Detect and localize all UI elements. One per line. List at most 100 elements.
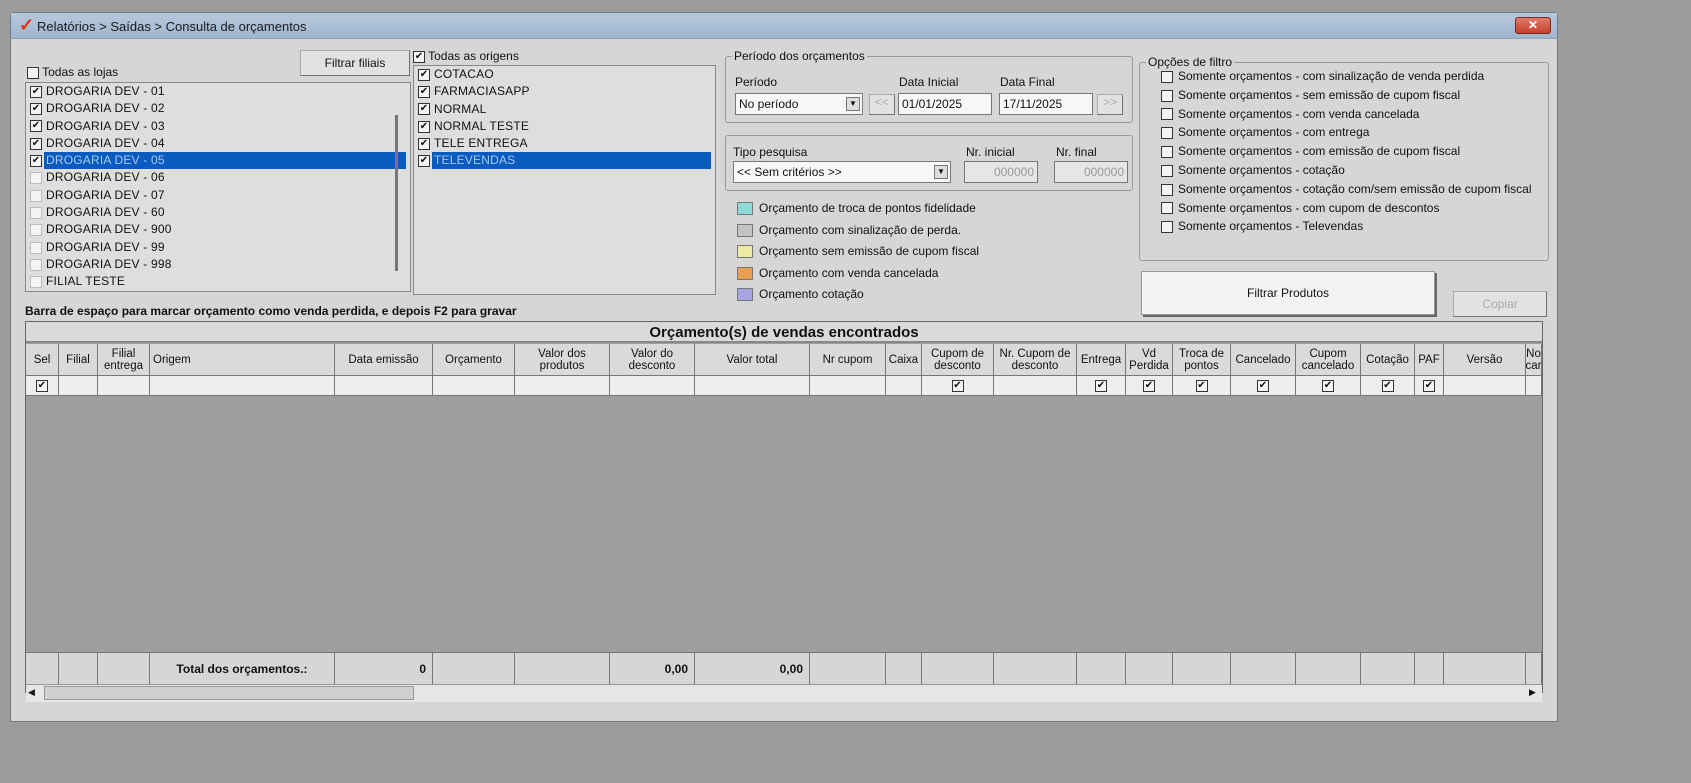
loja-item[interactable]: DROGARIA DEV - 900 [26, 221, 410, 238]
loja-item[interactable]: DROGARIA DEV - 60 [26, 204, 410, 221]
tipo-pesquisa-select[interactable]: << Sem critérios >> ▼ [733, 161, 951, 183]
checkbox-icon[interactable] [1423, 379, 1435, 392]
checkbox-icon[interactable] [30, 137, 42, 150]
filter-cell[interactable] [1361, 376, 1415, 396]
column-header[interactable]: Nr. Cupom de desconto [994, 344, 1077, 376]
close-button[interactable]: ✕ [1515, 17, 1551, 34]
loja-item[interactable]: DROGARIA DEV - 998 [26, 256, 410, 273]
column-header[interactable]: Cancelado [1231, 344, 1296, 376]
filtrar-filiais-button[interactable]: Filtrar filiais [300, 50, 410, 76]
column-header[interactable]: No car [1526, 344, 1542, 376]
checkbox-icon[interactable] [1257, 379, 1269, 392]
lojas-list[interactable]: DROGARIA DEV - 01 DROGARIA DEV - 02 DROGAR… [25, 82, 411, 292]
checkbox-icon[interactable] [1195, 379, 1208, 392]
loja-item[interactable]: DROGARIA DEV - 01 [26, 83, 410, 100]
column-header[interactable]: PAF [1415, 344, 1444, 376]
loja-item[interactable]: DROGARIA DEV - 99 [26, 239, 410, 256]
todas-lojas-checkbox[interactable]: Todas as lojas [27, 65, 118, 79]
loja-item[interactable]: DROGARIA DEV - 04 [26, 135, 410, 152]
data-final-input[interactable]: 17/11/2025 [999, 93, 1093, 115]
filter-option-checkbox[interactable]: Somente orçamentos - cotação [1161, 163, 1345, 177]
column-header[interactable]: Cupom cancelado [1296, 344, 1361, 376]
column-header[interactable]: Nr cupom [810, 344, 886, 376]
origem-item[interactable]: COTACAO [414, 66, 715, 83]
column-header[interactable]: Origem [150, 344, 335, 376]
column-header[interactable]: Vd Perdida [1126, 344, 1173, 376]
copiar-button[interactable]: Copiar [1453, 291, 1547, 317]
checkbox-icon[interactable] [30, 155, 42, 168]
filter-cell[interactable] [1077, 376, 1126, 396]
loja-item[interactable]: DROGARIA DEV - 07 [26, 187, 410, 204]
column-header[interactable]: Caixa [886, 344, 922, 376]
column-header[interactable]: Cupom de desconto [922, 344, 994, 376]
filtrar-produtos-button[interactable]: Filtrar Produtos [1141, 271, 1435, 315]
origem-item[interactable]: TELEVENDAS [414, 152, 715, 170]
scrollbar-thumb[interactable] [44, 686, 414, 700]
prev-date-button[interactable]: << [869, 94, 895, 115]
periodo-select[interactable]: No período ▼ [735, 93, 863, 115]
orcamentos-grid[interactable]: Orçamento(s) de vendas encontrados SelFi… [25, 321, 1543, 702]
checkbox-icon[interactable] [951, 379, 964, 392]
filter-option-checkbox[interactable]: Somente orçamentos - sem emissão de cupo… [1161, 88, 1460, 102]
filter-option-checkbox[interactable]: Somente orçamentos - com cupom de descon… [1161, 201, 1439, 215]
checkbox-icon[interactable] [30, 103, 42, 116]
filter-option-checkbox[interactable]: Somente orçamentos - com emissão de cupo… [1161, 144, 1460, 158]
filter-option-checkbox[interactable]: Somente orçamentos - com venda cancelada [1161, 107, 1419, 121]
column-header[interactable]: Troca de pontos [1173, 344, 1231, 376]
filter-option-checkbox[interactable]: Somente orçamentos - com entrega [1161, 125, 1369, 139]
filter-cell[interactable] [1173, 376, 1231, 396]
column-header[interactable]: Orçamento [433, 344, 515, 376]
column-header[interactable]: Versão [1444, 344, 1526, 376]
checkbox-icon[interactable] [418, 68, 430, 81]
checkbox-icon[interactable] [418, 155, 430, 168]
data-inicial-input[interactable]: 01/01/2025 [898, 93, 992, 115]
checkbox-icon[interactable] [30, 189, 42, 202]
origem-item[interactable]: NORMAL TESTE [414, 118, 715, 135]
column-header[interactable]: Filial entrega [98, 344, 150, 376]
column-header[interactable]: Entrega [1077, 344, 1126, 376]
lojas-scrollbar[interactable] [395, 115, 398, 271]
checkbox-icon[interactable] [30, 241, 42, 254]
checkbox-icon[interactable] [418, 103, 430, 116]
filter-cell[interactable] [1415, 376, 1444, 396]
scroll-right-icon[interactable]: ▶ [1529, 687, 1536, 698]
checkbox-icon[interactable] [1095, 379, 1107, 392]
loja-item[interactable]: FILIAL TESTE [26, 273, 410, 290]
filter-cell[interactable] [26, 376, 59, 396]
loja-item[interactable]: DROGARIA DEV - 02 [26, 100, 410, 117]
checkbox-icon[interactable] [1322, 379, 1334, 392]
checkbox-icon[interactable] [36, 379, 48, 392]
loja-item[interactable]: DROGARIA DEV - 06 [26, 169, 410, 186]
column-header[interactable]: Valor do desconto [610, 344, 695, 376]
checkbox-icon[interactable] [1143, 379, 1155, 392]
checkbox-icon[interactable] [418, 138, 430, 151]
filter-option-checkbox[interactable]: Somente orçamentos - Televendas [1161, 219, 1363, 233]
todas-origens-checkbox[interactable]: Todas as origens [413, 49, 519, 63]
checkbox-icon[interactable] [30, 258, 42, 271]
horizontal-scrollbar[interactable]: ◀ ▶ [26, 684, 1542, 702]
column-header[interactable]: Data emissão [335, 344, 433, 376]
filter-cell[interactable] [922, 376, 994, 396]
origens-list[interactable]: COTACAO FARMACIASAPP NORMAL NORMAL TESTE TEL… [413, 65, 716, 295]
scroll-left-icon[interactable]: ◀ [28, 687, 35, 698]
checkbox-icon[interactable] [30, 120, 42, 133]
origem-item[interactable]: NORMAL [414, 101, 715, 118]
filter-cell[interactable] [1126, 376, 1173, 396]
checkbox-icon[interactable] [30, 276, 42, 289]
column-header[interactable]: Valor dos produtos [515, 344, 610, 376]
next-date-button[interactable]: >> [1097, 94, 1123, 115]
loja-item[interactable]: DROGARIA DEV - 03 [26, 118, 410, 135]
checkbox-icon[interactable] [30, 224, 42, 237]
filter-option-checkbox[interactable]: Somente orçamentos - cotação com/sem emi… [1161, 182, 1531, 196]
nr-inicial-input[interactable]: 000000 [964, 161, 1038, 183]
checkbox-icon[interactable] [1381, 379, 1394, 392]
column-header[interactable]: Filial [59, 344, 98, 376]
filter-cell[interactable] [1231, 376, 1296, 396]
checkbox-icon[interactable] [30, 85, 42, 98]
column-header[interactable]: Valor total [695, 344, 810, 376]
filter-option-checkbox[interactable]: Somente orçamentos - com sinalização de … [1161, 69, 1484, 83]
loja-item[interactable]: DROGARIA DEV - 05 [26, 152, 410, 170]
column-header[interactable]: Cotação [1361, 344, 1415, 376]
checkbox-icon[interactable] [418, 120, 430, 133]
checkbox-icon[interactable] [418, 86, 430, 99]
